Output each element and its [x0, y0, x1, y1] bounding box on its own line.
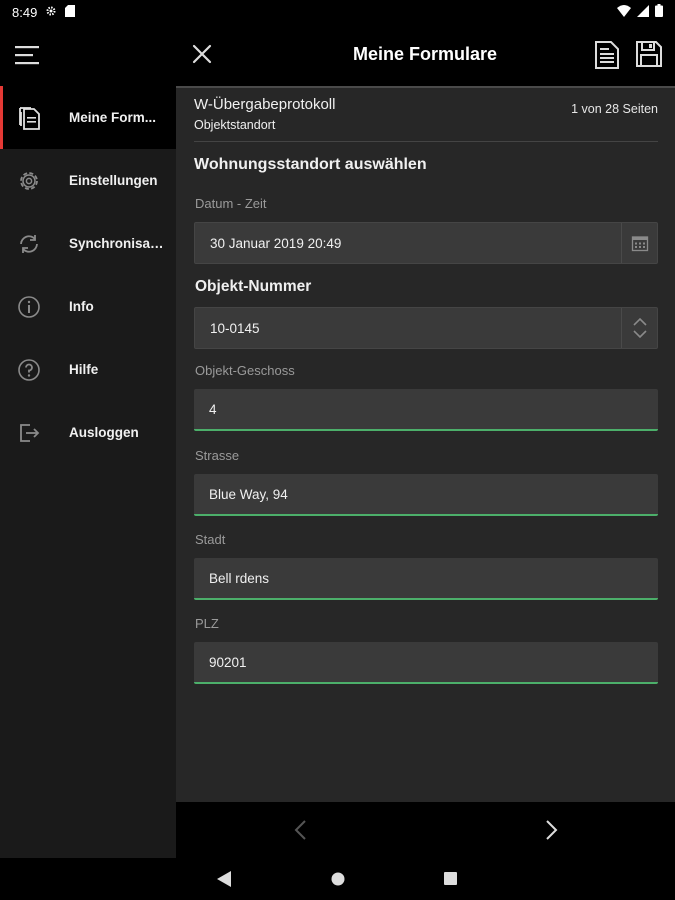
form-title: W-Übergabeprotokoll [194, 96, 336, 113]
sidebar: Meine Form... Einstellungen Synchronisat… [0, 86, 176, 858]
datum-label: Datum - Zeit [195, 196, 267, 211]
form-content: W-Übergabeprotokoll Objektstandort 1 von… [176, 86, 675, 802]
previous-page-button[interactable] [291, 818, 311, 842]
geschoss-value: 4 [209, 401, 217, 417]
objekt-nummer-label: Objekt-Nummer [195, 278, 312, 295]
stadt-input[interactable]: Bell rdens [194, 558, 658, 600]
datum-value: 30 Januar 2019 20:49 [210, 235, 342, 251]
back-triangle-icon [217, 871, 231, 887]
stadt-value: Bell rdens [209, 570, 270, 586]
close-icon [192, 44, 212, 64]
system-navigation-bar [0, 858, 675, 900]
sidebar-item-label: Einstellungen [69, 173, 158, 188]
sidebar-item-ausloggen[interactable]: Ausloggen [0, 401, 176, 464]
sidebar-item-hilfe[interactable]: Hilfe [0, 338, 176, 401]
save-disk-icon [636, 41, 662, 67]
sidebar-item-label: Hilfe [69, 362, 99, 377]
geschoss-input[interactable]: 4 [194, 389, 658, 431]
sidebar-item-synchronisation[interactable]: Synchronisat... [0, 212, 176, 275]
logout-icon [16, 420, 42, 446]
sd-card-status-icon [65, 4, 76, 20]
sidebar-item-meine-formulare[interactable]: Meine Form... [0, 86, 176, 149]
help-icon [16, 357, 42, 383]
stadt-label: Stadt [195, 532, 226, 547]
menu-button[interactable] [14, 41, 42, 69]
status-bar: 8:49 [0, 0, 675, 24]
section-title: Wohnungsstandort auswählen [194, 156, 427, 173]
next-page-button[interactable] [541, 818, 561, 842]
sidebar-item-label: Meine Form... [69, 110, 157, 125]
system-home-button[interactable] [331, 872, 345, 891]
gear-icon [16, 168, 42, 194]
calendar-icon [631, 236, 648, 252]
documents-icon [16, 105, 42, 131]
home-circle-icon [331, 872, 345, 886]
plz-value: 90201 [209, 654, 247, 670]
sidebar-item-label: Synchronisat... [69, 236, 165, 251]
pager-bar [176, 802, 675, 858]
objekt-nummer-select[interactable]: 10-0145 [194, 307, 658, 349]
strasse-label: Strasse [195, 448, 240, 463]
datum-field[interactable]: 30 Januar 2019 20:49 [194, 222, 658, 264]
sidebar-item-label: Ausloggen [69, 425, 139, 440]
hamburger-menu-icon [15, 46, 39, 65]
calendar-button[interactable] [621, 223, 657, 263]
settings-status-icon [45, 5, 57, 20]
chevron-right-icon [546, 820, 558, 840]
geschoss-label: Objekt-Geschoss [195, 363, 295, 378]
form-subtitle: Objektstandort [194, 118, 276, 132]
battery-icon [655, 4, 663, 20]
plz-label: PLZ [195, 616, 219, 631]
app-bar: Meine Formulare [0, 24, 675, 86]
signal-icon [637, 4, 649, 20]
select-toggle-button[interactable] [621, 308, 657, 348]
strasse-input[interactable]: Blue Way, 94 [194, 474, 658, 516]
info-icon [16, 294, 42, 320]
document-list-icon [595, 41, 619, 69]
system-recents-button[interactable] [444, 872, 457, 890]
sync-icon [16, 231, 42, 257]
plz-input[interactable]: 90201 [194, 642, 658, 684]
page-counter: 1 von 28 Seiten [571, 102, 658, 116]
save-button[interactable] [635, 40, 665, 70]
sidebar-item-info[interactable]: Info [0, 275, 176, 338]
status-time: 8:49 [12, 4, 38, 20]
strasse-value: Blue Way, 94 [209, 486, 288, 502]
page-title: Meine Formulare [352, 44, 498, 64]
system-back-button[interactable] [217, 871, 231, 892]
recents-square-icon [444, 872, 457, 885]
close-button[interactable] [190, 42, 214, 66]
objekt-nummer-value: 10-0145 [210, 320, 260, 336]
document-button[interactable] [594, 40, 622, 70]
wifi-icon [617, 4, 631, 20]
sidebar-item-label: Info [69, 299, 94, 314]
chevron-left-icon [294, 820, 306, 840]
sidebar-item-einstellungen[interactable]: Einstellungen [0, 149, 176, 212]
form-header: W-Übergabeprotokoll Objektstandort 1 von… [194, 96, 658, 142]
chevron-up-down-icon [632, 317, 647, 339]
